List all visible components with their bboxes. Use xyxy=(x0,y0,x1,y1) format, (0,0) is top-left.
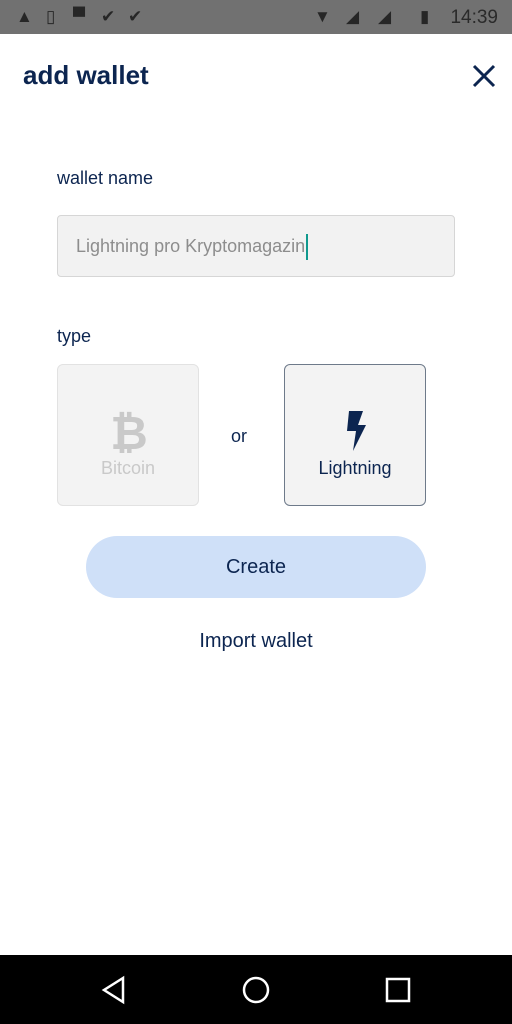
image-icon: ▀ xyxy=(73,7,86,26)
wifi-icon: ▼ xyxy=(314,7,331,26)
signal-icon: ◢ xyxy=(346,7,360,26)
recents-icon[interactable] xyxy=(384,975,412,1005)
bitcoin-icon: ₿ xyxy=(110,409,148,453)
signal-roaming-icon: ◢ xyxy=(378,7,392,26)
close-icon[interactable] xyxy=(470,62,498,90)
or-label: or xyxy=(231,426,248,446)
wallet-name-input[interactable]: Lightning pro Kryptomagazin xyxy=(57,215,455,277)
navigation-bar xyxy=(0,955,512,1024)
page-title: add wallet xyxy=(23,60,149,90)
create-button[interactable]: Create xyxy=(86,536,426,598)
wallet-name-label: wallet name xyxy=(57,168,154,188)
battery-icon: ▮ xyxy=(420,7,430,26)
home-icon[interactable] xyxy=(241,975,271,1005)
back-icon[interactable] xyxy=(100,975,128,1005)
check-icon: ✔ xyxy=(128,7,143,26)
type-label: type xyxy=(57,326,92,346)
import-wallet-link[interactable]: Import wallet xyxy=(0,630,512,653)
check-icon: ✔ xyxy=(101,7,116,26)
wallet-name-value: Lightning pro Kryptomagazin xyxy=(76,236,306,256)
lightning-label: Lightning xyxy=(318,458,392,478)
phone-sync-icon: ▯ xyxy=(46,7,56,26)
type-option-lightning[interactable]: Lightning xyxy=(284,364,426,506)
warning-icon: ▲ xyxy=(16,7,33,26)
svg-text:₿: ₿ xyxy=(110,409,148,453)
text-caret xyxy=(306,234,309,261)
type-option-bitcoin[interactable]: ₿ Bitcoin xyxy=(57,364,199,506)
lightning-icon xyxy=(347,411,366,451)
bitcoin-label: Bitcoin xyxy=(100,458,156,478)
status-bar: ▲ ▯ ▀ ✔ ✔ ▼ ◢ ◢ ▮ 14:39 xyxy=(0,0,512,34)
clock: 14:39 xyxy=(450,7,498,28)
